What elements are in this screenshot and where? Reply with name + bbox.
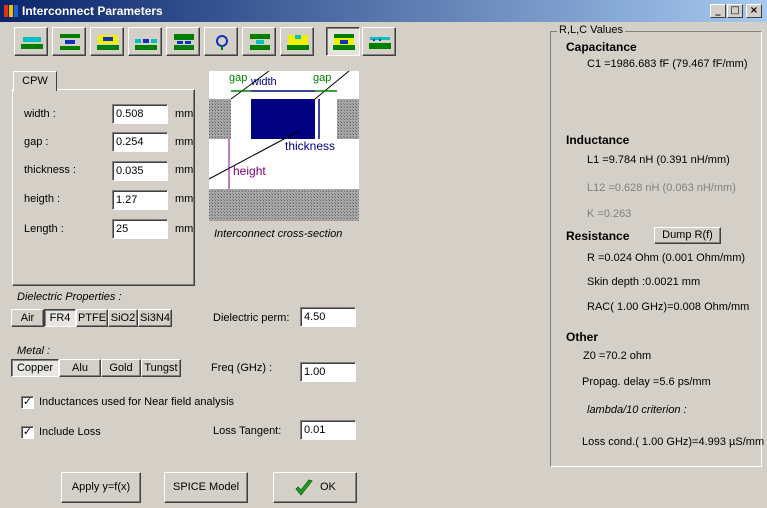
l12-value: L12 =0.628 nH (0.063 nH/mm) xyxy=(587,182,736,194)
width-label: width : xyxy=(24,108,56,120)
resistance-title: Resistance xyxy=(566,229,630,243)
coupled-icon xyxy=(250,34,270,50)
metal-gold-button[interactable]: Gold xyxy=(101,359,141,377)
window-title: Interconnect Parameters xyxy=(22,4,163,18)
k-value: K =0.263 xyxy=(587,208,632,220)
multi-icon-button[interactable] xyxy=(362,27,396,56)
minimize-button[interactable]: _ xyxy=(710,4,726,18)
gap-label: gap : xyxy=(24,136,49,148)
ok-button[interactable]: OK xyxy=(273,472,357,503)
tab-cpw[interactable]: CPW xyxy=(13,71,57,91)
maximize-button[interactable]: □ xyxy=(727,4,743,18)
height-label: heigth : xyxy=(24,193,61,205)
stripline-icon xyxy=(60,34,80,50)
propag-delay-value: Propag. delay =5.6 ps/mm xyxy=(582,376,711,388)
length-label: Length : xyxy=(24,223,64,235)
embedded-icon xyxy=(174,34,194,50)
width-diagram-label: width xyxy=(251,76,277,88)
microstrip-icon xyxy=(97,35,119,50)
ok-label: OK xyxy=(320,481,336,493)
dielectric-fr4-button[interactable]: FR4 xyxy=(44,309,76,327)
metal-alu-button[interactable]: Alu xyxy=(59,359,101,377)
metal-copper-button[interactable]: Copper xyxy=(11,359,59,377)
coplanar-icon xyxy=(135,39,157,50)
dielectric-perm-input[interactable]: 4.50 xyxy=(300,307,356,327)
title-bar: Interconnect Parameters _ □ × xyxy=(0,0,767,22)
r-value: R =0.024 Ohm (0.001 Ohm/mm) xyxy=(587,252,746,264)
dielectric-ptfe-button[interactable]: PTFE xyxy=(76,309,108,327)
apply-button[interactable]: Apply y=f(x) xyxy=(61,472,141,503)
thickness-label: thickness : xyxy=(24,164,76,176)
metal-group-label: Metal : xyxy=(17,345,51,357)
thickness-input[interactable]: 0.035 xyxy=(112,161,168,181)
stripline-icon-button[interactable] xyxy=(52,27,86,56)
coupled-icon-button[interactable] xyxy=(242,27,276,56)
rlc-group-label: R,L,C Values xyxy=(557,24,625,36)
height-diagram-label: height xyxy=(233,164,266,178)
cross-section-diagram: gap width gap thickness height xyxy=(209,71,359,221)
pad-icon xyxy=(287,35,309,50)
gap-left-label: gap xyxy=(229,72,248,84)
loss-tangent-input[interactable]: 0.01 xyxy=(300,420,356,440)
gap-unit: mm xyxy=(175,136,194,148)
inductance-title: Inductance xyxy=(566,133,630,147)
height-unit: mm xyxy=(175,193,194,205)
loss-cond-value: Loss cond.( 1.00 GHz)=4.993 µS/mm xyxy=(582,436,765,448)
embedded-icon-button[interactable] xyxy=(166,27,200,56)
cpw-selected-icon-button[interactable] xyxy=(326,27,360,56)
microstrip-icon-button[interactable] xyxy=(90,27,124,56)
dielectric-group-label: Dielectric Properties : xyxy=(17,291,122,303)
cpw-icon-button[interactable] xyxy=(14,27,48,56)
c1-value: C1 =1986.683 fF (79.467 fF/mm) xyxy=(587,58,748,70)
near-field-label: Inductances used for Near field analysis xyxy=(39,396,235,408)
app-icon xyxy=(4,5,18,17)
cpw-dielectric-icon xyxy=(333,34,355,50)
rac-value: RAC( 1.00 GHz)=0.008 Ohm/mm xyxy=(587,301,750,313)
near-field-checkbox[interactable]: ✓ xyxy=(21,396,34,409)
gap-right-label: gap xyxy=(313,72,332,84)
include-loss-label: Include Loss xyxy=(39,426,101,438)
dielectric-si3n4-button[interactable]: Si3N4 xyxy=(138,309,172,327)
metal-tungsten-button[interactable]: Tungst xyxy=(141,359,181,377)
height-input[interactable]: 1.27 xyxy=(112,190,168,210)
lambda-criterion-label: lambda/10 criterion : xyxy=(587,404,687,416)
thickness-diagram-label: thickness xyxy=(285,139,336,153)
cpw-icon xyxy=(21,37,43,49)
dielectric-air-button[interactable]: Air xyxy=(11,309,44,327)
l1-value: L1 =9.784 nH (0.391 nH/mm) xyxy=(587,154,730,166)
skin-depth-value: Skin depth :0.0021 mm xyxy=(587,276,701,288)
width-unit: mm xyxy=(175,108,194,120)
checkmark-icon xyxy=(295,479,313,496)
gap-input[interactable]: 0.254 xyxy=(112,132,168,152)
z0-value: Z0 =70.2 ohm xyxy=(583,350,652,362)
cross-section-caption: Interconnect cross-section xyxy=(214,228,343,240)
pad-icon-button[interactable] xyxy=(280,27,314,56)
wire-icon xyxy=(216,35,228,50)
wire-icon-button[interactable] xyxy=(204,27,238,56)
freq-input[interactable]: 1.00 xyxy=(300,362,356,382)
thickness-unit: mm xyxy=(175,164,194,176)
width-input[interactable]: 0.508 xyxy=(112,104,168,124)
freq-label: Freq (GHz) : xyxy=(211,362,273,374)
rlc-values-group xyxy=(550,31,762,467)
loss-tangent-label: Loss Tangent: xyxy=(213,425,282,437)
dielectric-perm-label: Dielectric perm: xyxy=(213,312,290,324)
close-button[interactable]: × xyxy=(746,4,762,18)
length-unit: mm xyxy=(175,223,194,235)
spice-model-button[interactable]: SPICE Model xyxy=(164,472,248,503)
dielectric-sio2-button[interactable]: SiO2 xyxy=(108,309,138,327)
other-title: Other xyxy=(566,330,599,344)
coplanar-icon-button[interactable] xyxy=(128,27,162,56)
include-loss-checkbox[interactable]: ✓ xyxy=(21,426,34,439)
multi-conductor-icon xyxy=(369,37,391,49)
capacitance-title: Capacitance xyxy=(566,40,637,54)
dump-rf-button[interactable]: Dump R(f) xyxy=(654,227,721,244)
length-input[interactable]: 25 xyxy=(112,219,168,239)
